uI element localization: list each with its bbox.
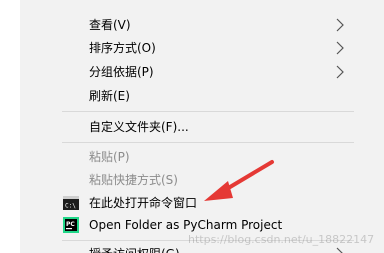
menu-item-group-by[interactable]: 分组依据(P) — [89, 61, 154, 83]
svg-text:PC: PC — [66, 221, 75, 228]
menu-separator — [62, 142, 354, 143]
pycharm-icon: PC — [63, 217, 79, 233]
menu-left-gutter — [0, 0, 20, 253]
menu-item-sort-by[interactable]: 排序方式(O) — [89, 37, 156, 59]
submenu-arrow-icon — [336, 65, 344, 79]
svg-text:C:\: C:\ — [65, 203, 76, 210]
menu-separator — [62, 111, 354, 112]
menu-item-grant-access[interactable]: 授予访问权限(G) — [89, 243, 180, 253]
context-menu: 查看(V) 排序方式(O) 分组依据(P) 刷新(E) 自定义文件夹(F)...… — [0, 0, 384, 253]
menu-item-paste: 粘贴(P) — [89, 150, 130, 164]
submenu-arrow-icon — [336, 18, 344, 32]
submenu-arrow-icon — [336, 41, 344, 55]
watermark: https://blog.csdn.net/u_18822147 — [188, 233, 375, 246]
menu-item-customize-folder[interactable]: 自定义文件夹(F)... — [89, 116, 189, 138]
submenu-arrow-icon — [336, 247, 343, 253]
menu-item-refresh[interactable]: 刷新(E) — [89, 85, 130, 107]
command-prompt-icon: C:\ — [63, 196, 79, 210]
menu-item-paste-shortcut: 粘贴快捷方式(S) — [89, 173, 178, 187]
menu-item-view[interactable]: 查看(V) — [89, 14, 131, 36]
menu-item-open-command-window[interactable]: 在此处打开命令窗口 — [89, 192, 197, 214]
